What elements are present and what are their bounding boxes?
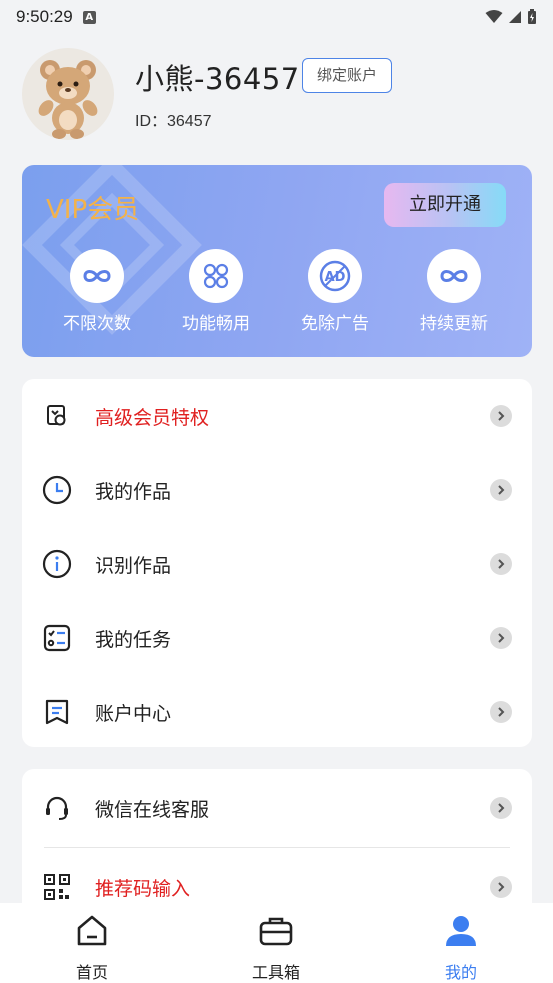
menu-label: 账户中心	[95, 702, 172, 725]
bookmark-icon	[42, 697, 72, 727]
menu-label: 我的任务	[95, 628, 172, 651]
menu-item-my-tasks[interactable]: 我的任务	[22, 601, 532, 675]
chevron-right-icon	[490, 701, 512, 723]
menu-label: 我的作品	[95, 480, 172, 503]
perk-label: 持续更新	[420, 314, 488, 334]
battery-icon	[528, 9, 536, 24]
nav-mine[interactable]: 我的	[411, 913, 511, 983]
username: 小熊-36457	[135, 62, 300, 96]
perk-label: 不限次数	[63, 314, 131, 334]
menu-label: 微信在线客服	[95, 798, 210, 821]
nav-toolbox[interactable]: 工具箱	[226, 913, 326, 983]
chevron-right-icon	[490, 797, 512, 819]
chevron-right-icon	[490, 876, 512, 898]
user-id: ID：36457	[135, 113, 212, 130]
vip-privilege-icon	[42, 401, 72, 431]
perk-features: 功能畅用	[161, 249, 271, 334]
clock-icon	[42, 475, 72, 505]
checklist-icon	[42, 623, 72, 653]
divider	[44, 847, 510, 848]
headset-icon	[42, 793, 72, 823]
perk-no-ads: AD 免除广告	[280, 249, 390, 334]
bind-account-button[interactable]: 绑定账户	[302, 58, 392, 93]
perk-label: 免除广告	[301, 314, 369, 334]
wifi-icon	[485, 10, 503, 23]
menu-label: 高级会员特权	[95, 406, 210, 429]
perk-label: 功能畅用	[182, 314, 250, 334]
toolbox-icon	[259, 917, 293, 946]
status-bar: 9:50:29 A	[0, 0, 553, 34]
qr-code-icon	[42, 872, 72, 902]
signal-icon	[509, 11, 521, 23]
perk-updates: 持续更新	[399, 249, 509, 334]
status-time: 9:50:29	[16, 7, 73, 26]
menu-card: 高级会员特权 我的作品 识别作品 我的任务 账户中心	[22, 379, 532, 747]
notification-a-icon: A	[82, 10, 96, 24]
nav-label: 首页	[75, 963, 108, 982]
vip-title: VIP会员	[46, 195, 140, 225]
nav-label: 工具箱	[251, 963, 300, 982]
ad-icon: AD	[319, 260, 351, 292]
menu-item-account-center[interactable]: 账户中心	[22, 675, 532, 749]
chevron-right-icon	[490, 479, 512, 501]
nav-label: 我的	[444, 963, 477, 982]
chevron-right-icon	[490, 627, 512, 649]
perk-unlimited: 不限次数	[42, 249, 152, 334]
infinity-icon	[83, 270, 111, 282]
menu-item-vip-privilege[interactable]: 高级会员特权	[22, 379, 532, 453]
menu-label: 推荐码输入	[95, 877, 191, 900]
nav-home[interactable]: 首页	[42, 913, 142, 983]
menu-item-wechat-support[interactable]: 微信在线客服	[22, 771, 532, 845]
user-icon	[446, 916, 476, 946]
chevron-right-icon	[490, 553, 512, 575]
open-vip-button[interactable]: 立即开通	[384, 183, 506, 227]
chevron-right-icon	[490, 405, 512, 427]
home-icon	[77, 915, 107, 946]
bear-avatar-icon	[38, 60, 98, 139]
info-icon	[42, 549, 72, 579]
vip-card[interactable]: VIP会员 立即开通 不限次数 功能畅用 AD 免除广告 持续更新	[22, 165, 532, 357]
menu-label: 识别作品	[95, 554, 172, 577]
menu-item-recognize-works[interactable]: 识别作品	[22, 527, 532, 601]
infinity-icon	[440, 270, 468, 282]
bottom-nav: 首页 工具箱 我的	[0, 903, 553, 983]
avatar[interactable]	[22, 48, 114, 140]
grid-icon	[203, 263, 229, 289]
menu-item-my-works[interactable]: 我的作品	[22, 453, 532, 527]
